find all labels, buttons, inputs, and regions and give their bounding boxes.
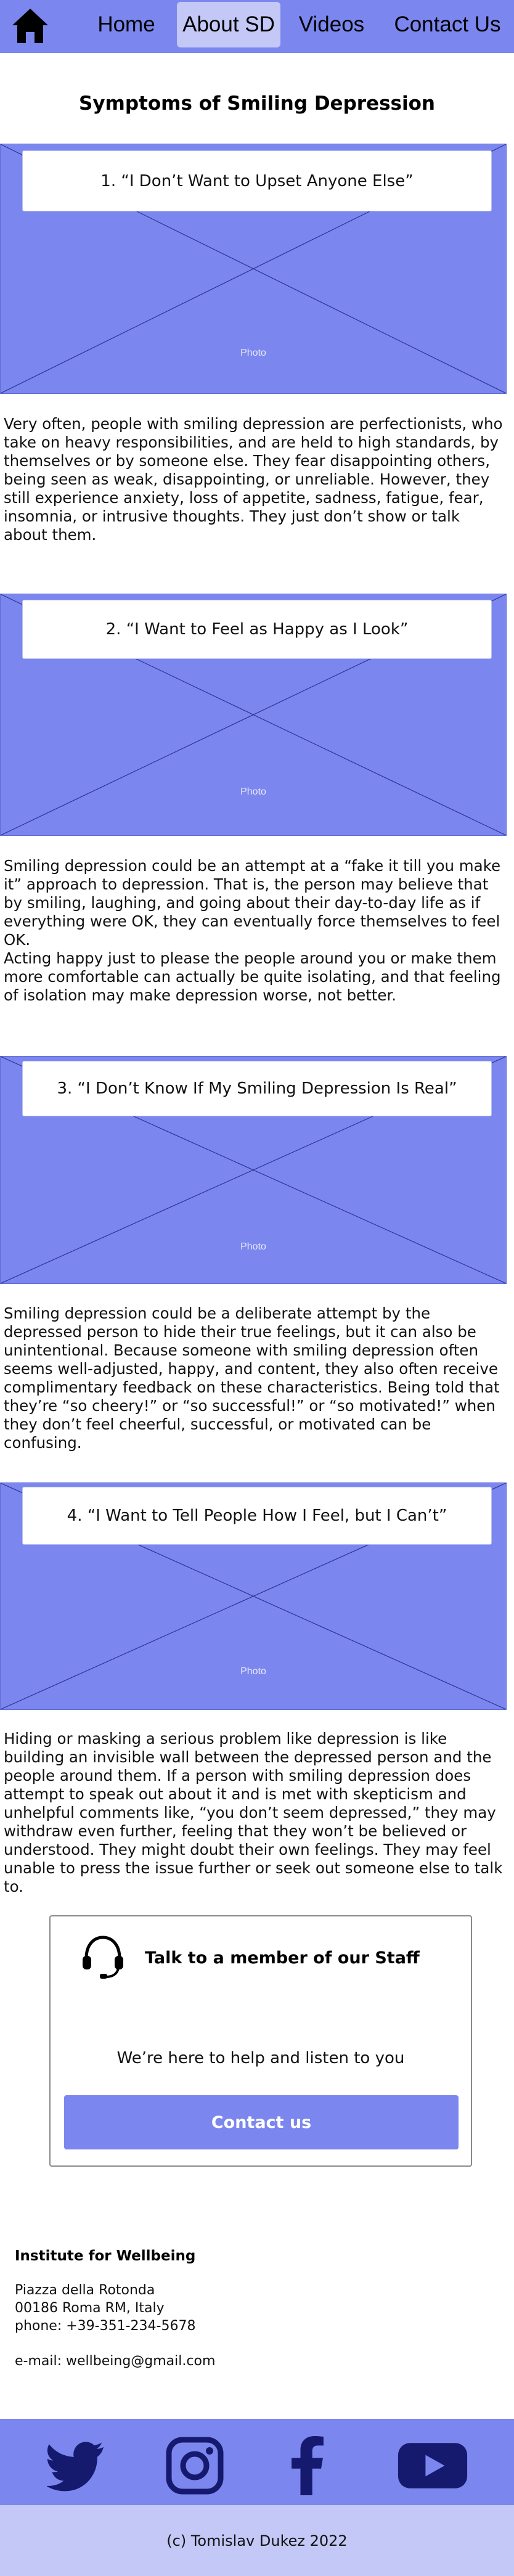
- page-title: Symptoms of Smiling Depression: [79, 92, 435, 115]
- photo-caption: Photo: [240, 348, 266, 358]
- twitter-icon[interactable]: [47, 2436, 105, 2495]
- youtube-icon[interactable]: [397, 2436, 468, 2495]
- contact-us-button[interactable]: Contact us: [64, 2095, 459, 2149]
- address-email[interactable]: e-mail: wellbeing@gmail.com: [15, 2353, 215, 2369]
- social-bar: [0, 2419, 514, 2505]
- photo-caption: Photo: [240, 1241, 266, 1252]
- address-phone: phone: +39-351-234-5678: [15, 2318, 196, 2334]
- address-street: Piazza della Rotonda: [15, 2283, 155, 2298]
- home-icon[interactable]: [10, 5, 51, 46]
- staff-contact-card: Talk to a member of our Staff We’re here…: [49, 1915, 472, 2167]
- nav-contact-us[interactable]: Contact Us: [387, 2, 508, 47]
- section-heading: 1. “I Don’t Want to Upset Anyone Else”: [22, 150, 492, 211]
- footer-copyright: (c) Tomislav Dukez 2022: [0, 2505, 514, 2576]
- facebook-icon[interactable]: [290, 2436, 325, 2495]
- nav-videos[interactable]: Videos: [295, 2, 369, 47]
- photo-caption: Photo: [240, 1666, 266, 1677]
- institute-name: Institute for Wellbeing: [15, 2248, 196, 2264]
- top-nav: Home About SD Videos Contact Us: [0, 0, 514, 53]
- headset-icon: [83, 1936, 123, 1979]
- nav-about-sd[interactable]: About SD: [177, 2, 280, 47]
- photo-caption: Photo: [240, 787, 266, 797]
- instagram-icon[interactable]: [165, 2436, 224, 2495]
- section-paragraph: Smiling depression could be an attempt a…: [4, 857, 501, 1004]
- staff-card-subtitle: We’re here to help and listen to you: [116, 2049, 405, 2067]
- nav-home[interactable]: Home: [92, 2, 160, 47]
- section-heading: 3. “I Don’t Know If My Smiling Depressio…: [22, 1061, 492, 1116]
- section-paragraph: Smiling depression could be a deliberate…: [4, 1304, 500, 1452]
- staff-card-title: Talk to a member of our Staff: [145, 1948, 420, 1968]
- address-city: 00186 Roma RM, Italy: [15, 2300, 165, 2316]
- section-paragraph: Hiding or masking a serious problem like…: [4, 1730, 503, 1895]
- section-paragraph: Very often, people with smiling depressi…: [4, 415, 503, 544]
- section-heading: 4. “I Want to Tell People How I Feel, bu…: [22, 1487, 492, 1545]
- section-heading: 2. “I Want to Feel as Happy as I Look”: [22, 600, 492, 659]
